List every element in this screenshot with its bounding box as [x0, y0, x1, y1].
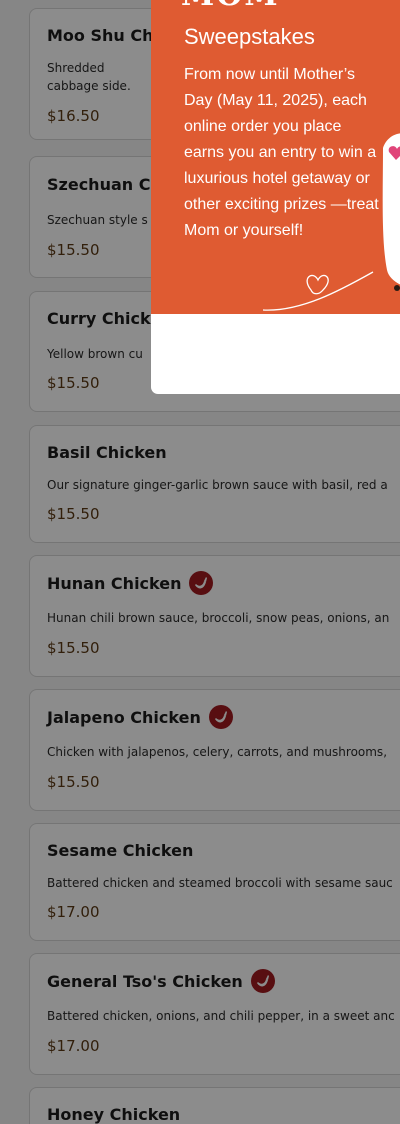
- mothers-day-illustration: [262, 133, 400, 311]
- page: Moo Shu Chi Shredded cabbage side. $16.5…: [0, 0, 400, 1124]
- promo-modal: MOM Sweepstakes From now until Mother’s …: [151, 0, 400, 394]
- promo-banner: MOM Sweepstakes From now until Mother’s …: [151, 0, 400, 314]
